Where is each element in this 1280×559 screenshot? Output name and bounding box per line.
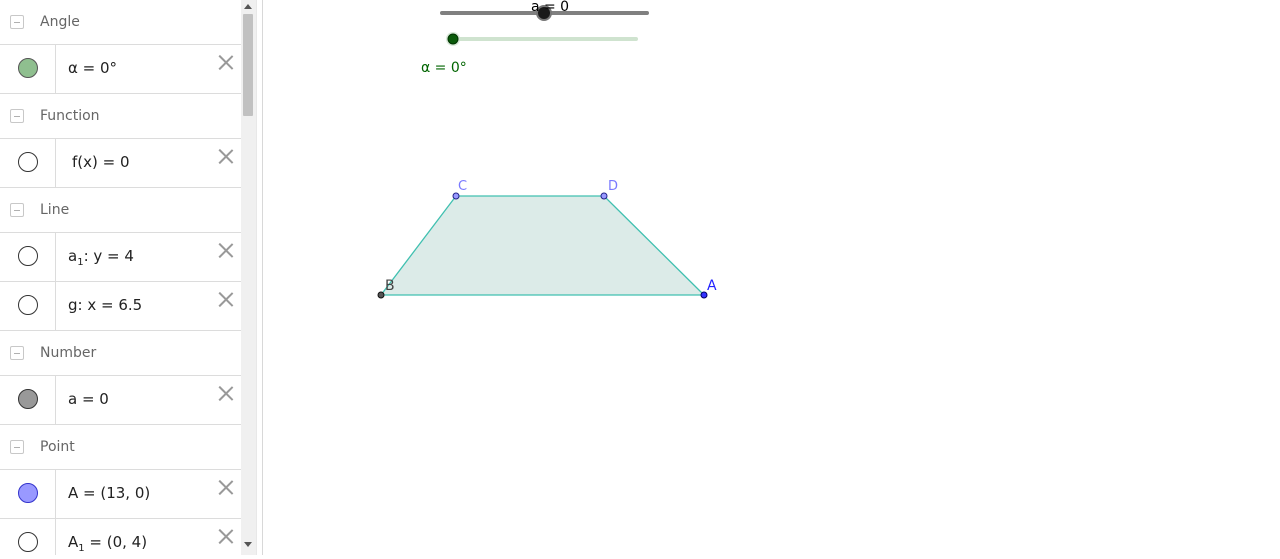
visibility-marble-icon[interactable] bbox=[18, 152, 38, 172]
delete-icon[interactable] bbox=[217, 384, 235, 402]
point-B-dot[interactable] bbox=[377, 291, 385, 299]
point-D[interactable]: D bbox=[600, 179, 618, 200]
group-line: Line bbox=[0, 188, 241, 233]
point-A-label: A bbox=[707, 278, 717, 294]
collapse-icon[interactable] bbox=[10, 15, 24, 29]
group-label: Line bbox=[40, 202, 70, 218]
delete-icon[interactable] bbox=[217, 478, 235, 496]
group-label: Point bbox=[40, 439, 75, 455]
scroll-up-arrow-icon[interactable] bbox=[244, 4, 252, 9]
expr-rest: : y = 4 bbox=[83, 247, 134, 265]
algebra-expression[interactable]: α = 0° bbox=[68, 59, 117, 77]
delete-icon[interactable] bbox=[217, 527, 235, 545]
algebra-item-a1[interactable]: a1: y = 4 bbox=[0, 233, 241, 282]
algebra-expression[interactable]: g: x = 6.5 bbox=[68, 296, 142, 314]
visibility-marble-icon[interactable] bbox=[18, 532, 38, 552]
view-splitter[interactable] bbox=[256, 0, 263, 555]
algebra-item-A1[interactable]: A1 = (0, 4) bbox=[0, 519, 241, 555]
group-point: Point bbox=[0, 425, 241, 470]
expr-rest: = (0, 4) bbox=[84, 533, 148, 551]
delete-icon[interactable] bbox=[217, 53, 235, 71]
expr-main: a bbox=[68, 247, 78, 265]
group-function: Function bbox=[0, 94, 241, 139]
group-label: Function bbox=[40, 108, 100, 124]
point-C-label: C bbox=[458, 179, 467, 194]
slider-alpha[interactable]: α = 0° bbox=[421, 32, 638, 76]
algebra-view: Angle α = 0° Function f(x) = 0 Line a1: … bbox=[0, 0, 241, 555]
visibility-marble-icon[interactable] bbox=[18, 58, 38, 78]
group-label: Number bbox=[40, 345, 97, 361]
group-number: Number bbox=[0, 331, 241, 376]
collapse-icon[interactable] bbox=[10, 440, 24, 454]
visibility-marble-icon[interactable] bbox=[18, 246, 38, 266]
algebra-expression[interactable]: a1: y = 4 bbox=[68, 247, 134, 268]
algebra-expression[interactable]: a = 0 bbox=[68, 390, 109, 408]
algebra-item-a[interactable]: a = 0 bbox=[0, 376, 241, 425]
visibility-marble-icon[interactable] bbox=[18, 389, 38, 409]
delete-icon[interactable] bbox=[217, 241, 235, 259]
algebra-expression[interactable]: A = (13, 0) bbox=[68, 484, 150, 502]
marble-cell bbox=[0, 470, 56, 518]
scrollbar-thumb[interactable] bbox=[243, 14, 253, 116]
marble-cell bbox=[0, 282, 56, 330]
marble-cell bbox=[0, 139, 56, 187]
marble-cell bbox=[0, 376, 56, 424]
trapezoid-polygon[interactable] bbox=[379, 195, 706, 296]
algebra-expression[interactable]: A1 = (0, 4) bbox=[68, 533, 147, 554]
delete-icon[interactable] bbox=[217, 290, 235, 308]
graphics-canvas[interactable]: a = 0 α = 0° B A C D bbox=[264, 0, 1280, 555]
point-A[interactable]: A bbox=[700, 278, 717, 299]
collapse-icon[interactable] bbox=[10, 346, 24, 360]
algebra-scrollbar[interactable] bbox=[241, 0, 256, 555]
expr-main: A bbox=[68, 533, 79, 551]
algebra-item-f[interactable]: f(x) = 0 bbox=[0, 139, 241, 188]
algebra-item-g[interactable]: g: x = 6.5 bbox=[0, 282, 241, 331]
slider-alpha-label: α = 0° bbox=[421, 60, 467, 76]
graphics-view[interactable]: a = 0 α = 0° B A C D bbox=[264, 0, 1280, 555]
group-angle: Angle bbox=[0, 0, 241, 45]
marble-cell bbox=[0, 45, 56, 93]
algebra-expression[interactable]: f(x) = 0 bbox=[72, 153, 130, 171]
visibility-marble-icon[interactable] bbox=[18, 483, 38, 503]
collapse-icon[interactable] bbox=[10, 203, 24, 217]
point-B-label: B bbox=[385, 278, 395, 294]
point-D-dot[interactable] bbox=[600, 192, 608, 200]
collapse-icon[interactable] bbox=[10, 109, 24, 123]
algebra-item-alpha[interactable]: α = 0° bbox=[0, 45, 241, 94]
visibility-marble-icon[interactable] bbox=[18, 295, 38, 315]
point-D-label: D bbox=[608, 179, 618, 194]
marble-cell bbox=[0, 519, 56, 555]
marble-cell bbox=[0, 233, 56, 281]
scroll-down-arrow-icon[interactable] bbox=[244, 542, 252, 547]
delete-icon[interactable] bbox=[217, 147, 235, 165]
slider-alpha-handle[interactable] bbox=[447, 33, 459, 45]
algebra-item-A[interactable]: A = (13, 0) bbox=[0, 470, 241, 519]
slider-a-label: a = 0 bbox=[531, 0, 569, 15]
slider-a[interactable]: a = 0 bbox=[440, 0, 649, 21]
group-label: Angle bbox=[40, 14, 80, 30]
